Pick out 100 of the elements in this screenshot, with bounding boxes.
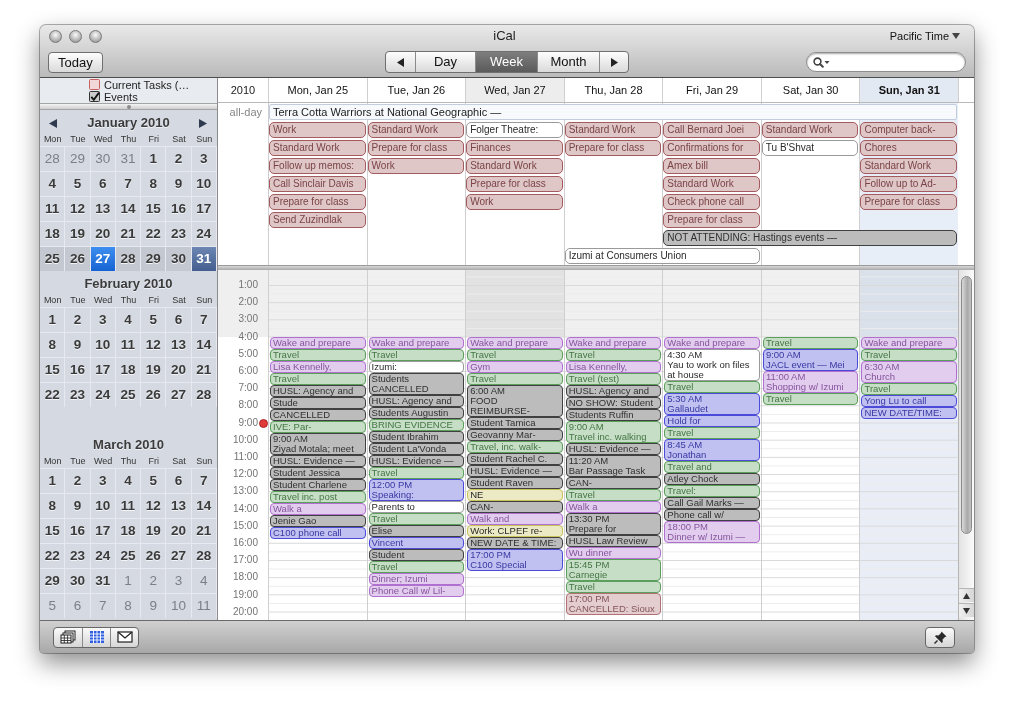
calendar-day[interactable]: 7 [191, 468, 217, 493]
calendar-event[interactable]: Travel [762, 337, 859, 349]
calendar-day[interactable]: 15 [141, 196, 167, 221]
calendar-day[interactable]: 1 [141, 146, 167, 171]
calendar-event[interactable]: HUSL: Agency and [270, 385, 366, 397]
all-day-event[interactable]: Work [466, 194, 563, 210]
calendar-day[interactable]: 12 [141, 493, 167, 518]
calendar-name[interactable]: Events [104, 90, 138, 103]
calendar-day[interactable]: 7 [191, 307, 217, 332]
all-day-event[interactable]: Follow up memos: [269, 158, 366, 174]
calendar-event[interactable]: 17:00 PM CANCELLED: Sioux [565, 593, 662, 615]
calendar-event[interactable]: 9:00 AM JACL event — Mei [762, 349, 859, 371]
all-day-event[interactable]: Amex bill [663, 158, 760, 174]
calendar-event[interactable]: Atley Chock [664, 473, 760, 485]
all-day-event[interactable]: Send Zuzindlak [269, 212, 366, 228]
calendar-day[interactable]: 30 [166, 246, 192, 271]
calendar-day[interactable]: 9 [166, 171, 192, 196]
calendar-day[interactable]: 22 [40, 382, 66, 407]
calendar-event[interactable]: CANCELLED [270, 409, 366, 421]
all-day-event[interactable]: Work [367, 158, 465, 174]
calendar-event[interactable]: Travel [368, 349, 465, 361]
calendar-day[interactable]: 7 [115, 171, 142, 196]
calendar-event[interactable]: HUSL: Evidence — [368, 455, 465, 467]
all-day-event[interactable]: Computer back- [860, 122, 957, 138]
calendar-event[interactable]: Travel [664, 427, 760, 439]
calendar-day[interactable]: 18 [115, 518, 142, 543]
calendar-event[interactable]: Travel [467, 349, 563, 361]
calendar-day[interactable]: 22 [40, 543, 66, 568]
calendar-event[interactable]: NEW DATE & TIME: [467, 537, 563, 549]
all-day-event[interactable]: Folger Theatre: [466, 122, 563, 138]
calendar-event[interactable]: 9:00 AM Travel inc. walking [565, 421, 662, 443]
calendar-event[interactable]: 6:30 AM Church [861, 361, 958, 383]
calendar-day[interactable]: 25 [115, 543, 142, 568]
calendar-day[interactable]: 18 [115, 357, 142, 382]
calendar-event[interactable]: Work: CLPEF re- [467, 525, 563, 537]
calendar-event[interactable]: Student Raven [467, 477, 563, 489]
calendar-day[interactable]: 19 [65, 221, 91, 246]
calendar-day[interactable]: 9 [65, 332, 91, 357]
all-day-event[interactable]: Confirmations for [663, 140, 760, 156]
calendar-day[interactable]: 17 [191, 196, 217, 221]
calendar-day[interactable]: 27 [90, 246, 116, 271]
all-day-event[interactable]: Prepare for class [860, 194, 957, 210]
all-day-event[interactable]: Prepare for class [564, 140, 662, 156]
calendar-day[interactable]: 5 [65, 171, 91, 196]
calendar-event[interactable]: Lisa Kennelly, [565, 361, 662, 373]
calendar-day[interactable]: 2 [65, 307, 91, 332]
calendar-event[interactable]: Travel [762, 393, 859, 405]
calendar-event[interactable]: Walk a [565, 501, 662, 513]
calendar-event[interactable]: Travel: [664, 485, 760, 497]
calendar-event[interactable]: Walk a [270, 503, 366, 515]
calendar-day[interactable]: 21 [191, 357, 217, 382]
scroll-down-button[interactable] [959, 603, 974, 617]
day-header[interactable]: Mon, Jan 25 [268, 78, 367, 102]
calendar-event[interactable]: Yong Lu to call [861, 395, 958, 407]
calendar-event[interactable]: Wake and prepare [368, 337, 465, 349]
calendar-event[interactable]: Travel [270, 373, 366, 385]
calendar-day[interactable]: 30 [65, 568, 91, 593]
calendar-event[interactable]: NO SHOW: Student [565, 397, 662, 409]
calendar-day[interactable]: 4 [115, 468, 142, 493]
calendar-day[interactable]: 2 [65, 468, 91, 493]
calendar-day[interactable]: 3 [90, 468, 116, 493]
calendar-day[interactable]: 20 [166, 357, 192, 382]
calendar-event[interactable]: Travel [565, 581, 662, 593]
calendar-day[interactable]: 6 [166, 307, 192, 332]
calendar-day[interactable]: 29 [40, 568, 66, 593]
calendar-event[interactable]: 11:00 AM Shopping w/ Izumi [762, 371, 859, 393]
zoom-button[interactable] [89, 29, 102, 43]
calendar-event[interactable]: 5:30 AM Gallaudet [664, 393, 760, 415]
calendar-day[interactable]: 21 [191, 518, 217, 543]
multi-day-event[interactable]: Terra Cotta Warriors at National Geographic — [269, 104, 957, 120]
calendar-day[interactable]: 22 [141, 221, 167, 246]
calendar-event[interactable]: Wake and prepare [565, 337, 662, 349]
calendar-event[interactable]: Travel [467, 373, 563, 385]
day-header[interactable]: Sun, Jan 31 [859, 78, 958, 102]
calendar-day[interactable]: 11 [115, 332, 142, 357]
calendar-event[interactable]: Student Ibrahim [368, 431, 465, 443]
calendar-event[interactable]: Travel [861, 383, 958, 395]
calendar-event[interactable]: BRING EVIDENCE [368, 419, 465, 431]
calendar-day[interactable]: 25 [40, 246, 66, 271]
calendar-day[interactable]: 16 [65, 518, 91, 543]
close-button[interactable] [49, 29, 62, 43]
all-day-event[interactable]: Standard Work [466, 158, 563, 174]
calendar-event[interactable]: Hold for [664, 415, 760, 427]
calendar-event[interactable]: Students CANCELLED [368, 373, 465, 395]
calendar-day[interactable]: 29 [141, 246, 167, 271]
calendar-day[interactable]: 12 [65, 196, 91, 221]
calendar-event[interactable]: Wake and prepare [270, 337, 366, 349]
calendar-event[interactable]: Students Ruffin [565, 409, 662, 421]
calendar-day[interactable]: 16 [65, 357, 91, 382]
calendar-day[interactable]: 14 [191, 332, 217, 357]
calendar-event[interactable]: HUSL: Evidence — [565, 443, 662, 455]
calendar-event[interactable]: Dinner; Izumi [368, 573, 465, 585]
calendar-event[interactable]: 17:00 PM C100 Special [467, 549, 563, 571]
calendar-event[interactable]: C100 phone call [270, 527, 366, 539]
checkbox[interactable] [89, 79, 100, 90]
day-header[interactable]: Fri, Jan 29 [662, 78, 761, 102]
calendar-day[interactable]: 13 [166, 493, 192, 518]
calendar-event[interactable]: Travel and [664, 461, 760, 473]
calendar-day[interactable]: 8 [40, 493, 66, 518]
calendar-event[interactable]: Stude [270, 397, 366, 409]
